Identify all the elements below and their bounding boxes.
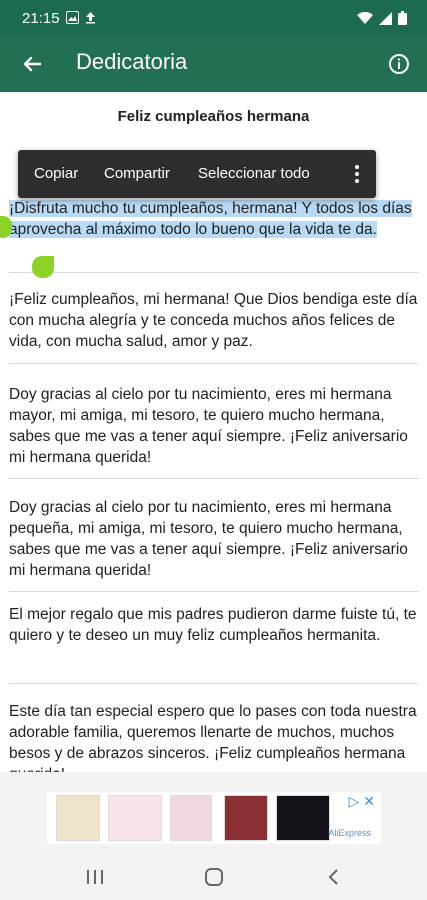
ad-choices-icon[interactable]: ▷ ✕ xyxy=(349,793,375,810)
wifi-icon xyxy=(357,11,373,24)
divider xyxy=(9,591,419,592)
status-notification-icons xyxy=(66,11,97,24)
more-options-icon[interactable] xyxy=(354,162,360,186)
upload-icon xyxy=(86,12,95,24)
app-bar: Dedicatoria xyxy=(0,36,427,92)
divider xyxy=(9,272,419,273)
status-time: 21:15 xyxy=(22,10,60,27)
back-arrow-icon[interactable] xyxy=(18,50,46,78)
system-nav-bar xyxy=(0,854,427,900)
selected-text[interactable]: ¡Disfruta mucho tu cumpleaños, hermana! … xyxy=(9,200,412,238)
list-item[interactable]: Este día tan especial espero que lo pase… xyxy=(9,701,419,772)
list-item[interactable]: El mejor regalo que mis padres pudieron … xyxy=(9,604,419,646)
share-button[interactable]: Compartir xyxy=(104,165,170,182)
copy-button[interactable]: Copiar xyxy=(34,165,78,182)
page-title: Dedicatoria xyxy=(76,49,188,74)
ad-product-image[interactable] xyxy=(276,795,330,841)
text-selection-menu: Copiar Compartir Seleccionar todo xyxy=(18,150,376,198)
ad-product-image[interactable] xyxy=(56,795,100,841)
recent-apps-icon[interactable] xyxy=(82,864,108,890)
image-icon xyxy=(66,11,79,24)
ad-product-image[interactable] xyxy=(224,795,268,841)
battery-icon xyxy=(398,11,407,25)
home-icon[interactable] xyxy=(201,864,227,890)
info-icon[interactable] xyxy=(385,50,413,78)
back-nav-icon[interactable] xyxy=(321,864,347,890)
list-item[interactable]: Doy gracias al cielo por tu nacimiento, … xyxy=(9,384,419,468)
selection-end-handle[interactable] xyxy=(32,256,54,278)
list-item[interactable]: Doy gracias al cielo por tu nacimiento, … xyxy=(9,497,419,581)
divider xyxy=(9,683,419,684)
ad-banner[interactable]: ▷ ✕ AliExpress xyxy=(0,772,427,854)
divider xyxy=(9,478,419,479)
ad-product-image[interactable] xyxy=(170,795,212,841)
ad-advertiser: AliExpress xyxy=(328,828,371,838)
list-item[interactable]: ¡Disfruta mucho tu cumpleaños, hermana! … xyxy=(9,198,419,240)
list-item[interactable]: ¡Feliz cumpleaños, mi hermana! Que Dios … xyxy=(9,289,419,352)
ad-product-image[interactable] xyxy=(108,795,162,841)
status-system-icons xyxy=(357,11,407,25)
signal-icon xyxy=(379,11,392,25)
divider xyxy=(9,363,419,364)
section-heading: Feliz cumpleaños hermana xyxy=(117,108,310,125)
select-all-button[interactable]: Seleccionar todo xyxy=(198,165,310,182)
status-bar: 21:15 xyxy=(0,0,427,36)
